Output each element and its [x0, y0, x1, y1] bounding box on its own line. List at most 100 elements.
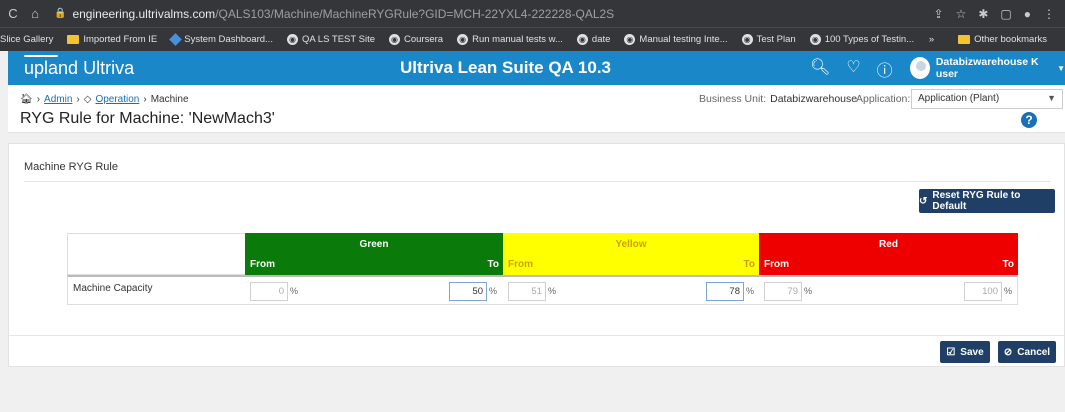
divider: [9, 335, 1064, 336]
yellow-from-input[interactable]: 51: [508, 282, 546, 301]
breadcrumb-operation[interactable]: Operation: [95, 94, 139, 105]
bookmark-system-dashboard[interactable]: System Dashboard...: [169, 33, 273, 46]
globe-icon: ◉: [389, 34, 401, 45]
reset-icon: ↺: [919, 195, 928, 207]
lock-icon[interactable]: 🔒: [54, 8, 66, 19]
bookmark-imported-from-ie[interactable]: Imported From IE: [67, 34, 157, 45]
help-circle-icon[interactable]: ⓘ: [877, 57, 893, 81]
cancel-icon: ⊘: [1003, 346, 1013, 358]
divider: [24, 181, 1051, 182]
other-bookmarks-label: Other bookmarks: [974, 34, 1047, 45]
green-to-input[interactable]: 50: [449, 282, 487, 301]
bookmark-slice-gallery[interactable]: Slice Gallery: [0, 34, 53, 45]
green-from-input[interactable]: 0: [250, 282, 288, 301]
page-title: RYG Rule for Machine: 'NewMach3': [20, 110, 275, 127]
save-label: Save: [960, 346, 984, 358]
operation-icon: ◇: [83, 94, 92, 105]
bookmark-coursera[interactable]: ◉ Coursera: [389, 34, 443, 45]
logo-text-b: Ultriva: [83, 57, 135, 78]
reload-icon[interactable]: C: [4, 6, 22, 21]
chevron-right-icon: ›: [143, 94, 147, 105]
main-panel: Machine RYG Rule ↺ Reset RYG Rule to Def…: [8, 143, 1065, 367]
url-path: /QALS103/Machine/MachineRYGRule?GID=MCH-…: [215, 6, 615, 21]
bookmark-run-manual-tests[interactable]: ◉ Run manual tests w...: [457, 34, 563, 45]
breadcrumb-admin[interactable]: Admin: [44, 94, 72, 105]
percent-sign: %: [290, 286, 299, 296]
help-icon[interactable]: ?: [1021, 112, 1037, 128]
row-label: Machine Capacity: [73, 283, 153, 294]
green-from-label: From: [250, 259, 275, 270]
globe-icon: ◉: [624, 34, 636, 45]
bookmark-test-plan[interactable]: ◉ Test Plan: [741, 34, 796, 45]
star-icon[interactable]: ☆: [956, 7, 967, 21]
bookmark-100-types[interactable]: ◉ 100 Types of Testin...: [809, 34, 914, 45]
business-unit-label: Business Unit:: [699, 93, 767, 105]
table-row: Machine Capacity 0 % 50 % 51 % 78 % 79 %…: [67, 275, 1018, 305]
bookmark-label: date: [591, 34, 611, 45]
globe-icon: ◉: [741, 34, 753, 45]
bookmark-label: QA LS TEST Site: [301, 34, 376, 45]
jira-icon: [169, 33, 183, 46]
application-select[interactable]: Application (Plant) ▼: [911, 89, 1063, 109]
yellow-to-input[interactable]: 78: [706, 282, 744, 301]
reset-label: Reset RYG Rule to Default: [932, 190, 1021, 212]
share-icon[interactable]: ⇪: [934, 7, 944, 21]
home-icon[interactable]: ⌂: [26, 6, 44, 21]
home-icon[interactable]: 🏠︎: [20, 94, 33, 105]
application-value: Application (Plant): [918, 93, 1000, 104]
bookmark-label: Slice Gallery: [0, 34, 54, 45]
percent-sign: %: [746, 286, 755, 296]
sidebar-icon[interactable]: ▢: [1000, 7, 1011, 21]
red-from-label: From: [764, 259, 789, 270]
more-bookmarks-button[interactable]: »: [929, 34, 934, 45]
cancel-button[interactable]: ⊘ Cancel: [998, 341, 1056, 363]
folder-icon: [958, 35, 971, 44]
green-to-label: To: [487, 259, 499, 270]
red-to-input[interactable]: 100: [964, 282, 1002, 301]
globe-icon: ◉: [809, 34, 821, 45]
bookmark-label: Imported From IE: [83, 34, 158, 45]
save-button[interactable]: ☑ Save: [940, 341, 990, 363]
bookmark-label: Test Plan: [756, 34, 796, 45]
logo-swoosh: [24, 54, 58, 57]
yellow-name: Yellow: [615, 239, 647, 250]
profile-icon[interactable]: ●: [1024, 7, 1031, 21]
chevron-right-icon: ›: [36, 94, 41, 105]
address-bar[interactable]: engineering.ultrivalms.com/QALS103/Machi…: [72, 7, 614, 21]
bookmark-label: Coursera: [404, 34, 444, 45]
reset-ryg-button[interactable]: ↺ Reset RYG Rule to Default: [919, 189, 1055, 213]
heart-icon[interactable]: ♡: [846, 57, 860, 81]
menu-icon[interactable]: ⋮: [1043, 7, 1055, 21]
green-name: Green: [359, 239, 389, 250]
search-icon[interactable]: 🔍︎: [810, 57, 830, 81]
red-to-label: To: [1002, 259, 1014, 270]
extensions-icon[interactable]: ✱: [978, 7, 988, 21]
bookmark-label: Manual testing Inte...: [639, 34, 728, 45]
red-from-input[interactable]: 79: [764, 282, 802, 301]
caret-down-icon: ▼: [1057, 63, 1065, 73]
yellow-to-label: To: [743, 259, 755, 270]
user-menu[interactable]: Databizwarehouse K user ▼: [910, 56, 1065, 80]
bookmark-date[interactable]: ◉ date: [576, 34, 611, 45]
percent-sign: %: [804, 286, 813, 296]
breadcrumb-machine: Machine: [150, 94, 189, 105]
row-label-header: [67, 233, 245, 275]
bookmark-qa-ls-test-site[interactable]: ◉ QA LS TEST Site: [286, 34, 376, 45]
breadcrumb: 🏠︎ › Admin › ◇ Operation › Machine: [20, 94, 189, 105]
avatar: [910, 57, 930, 79]
bookmark-manual-testing[interactable]: ◉ Manual testing Inte...: [624, 34, 728, 45]
globe-icon: ◉: [286, 34, 298, 45]
other-bookmarks[interactable]: Other bookmarks: [958, 34, 1047, 45]
application-label: Application:: [856, 93, 911, 105]
bookmark-label: System Dashboard...: [184, 34, 273, 45]
red-header: Red From To: [759, 233, 1018, 275]
globe-icon: ◉: [457, 34, 469, 45]
percent-sign: %: [548, 286, 557, 296]
folder-icon: [67, 35, 80, 44]
logo[interactable]: upland Ultriva: [24, 54, 135, 79]
percent-sign: %: [489, 286, 498, 296]
logo-text-a: upland: [24, 57, 79, 78]
check-square-icon: ☑: [946, 346, 956, 358]
yellow-from-label: From: [508, 259, 533, 270]
business-unit: Business Unit: Databizwarehouse: [699, 93, 857, 105]
